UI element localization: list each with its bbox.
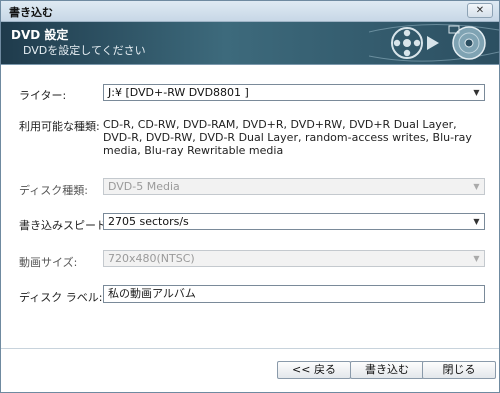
chevron-down-icon: ▼: [473, 182, 480, 191]
disc-type-label: ディスク種類:: [19, 184, 88, 197]
chevron-down-icon: ▼: [473, 88, 480, 97]
disc-label-label: ディスク ラベル:: [19, 291, 103, 304]
write-speed-select[interactable]: 2705 sectors/s ▼: [103, 213, 485, 230]
disc-type-value: DVD-5 Media: [108, 180, 180, 193]
back-button[interactable]: << 戻る: [277, 361, 351, 379]
window-title: 書き込む: [9, 6, 53, 19]
video-size-label: 動画サイズ:: [19, 256, 78, 269]
close-button[interactable]: 閉じる: [422, 361, 496, 379]
disc-type-select: DVD-5 Media ▼: [103, 178, 485, 195]
film-reel-disc-icon: [369, 24, 499, 62]
writer-value: J:¥ [DVD+-RW DVD8801 ]: [108, 86, 249, 99]
available-types-label: 利用可能な種類:: [19, 120, 100, 133]
video-size-select: 720x480(NTSC) ▼: [103, 250, 485, 267]
close-icon[interactable]: ✕: [467, 3, 493, 18]
write-speed-label: 書き込みスピード:: [19, 219, 111, 232]
write-speed-value: 2705 sectors/s: [108, 215, 189, 228]
write-button[interactable]: 書き込む: [350, 361, 424, 379]
header-banner: DVD 設定 DVDを設定してください: [1, 22, 499, 64]
writer-select[interactable]: J:¥ [DVD+-RW DVD8801 ] ▼: [103, 84, 485, 101]
footer-divider: [1, 348, 499, 349]
disc-label-input[interactable]: 私の動画アルバム: [103, 285, 485, 303]
write-dialog: 書き込む ✕ DVD 設定 DVDを設定してください ライター: J:¥ [DV…: [0, 0, 500, 393]
title-bar: 書き込む ✕: [1, 1, 499, 22]
banner-subtitle: DVDを設定してください: [23, 44, 146, 57]
chevron-down-icon: ▼: [473, 217, 480, 226]
video-size-value: 720x480(NTSC): [108, 252, 195, 265]
writer-label: ライター:: [19, 89, 67, 102]
banner-title: DVD 設定: [11, 28, 69, 42]
banner-divider: [1, 64, 499, 65]
available-types-text: CD-R, CD-RW, DVD-RAM, DVD+R, DVD+RW, DVD…: [103, 118, 472, 157]
chevron-down-icon: ▼: [473, 254, 480, 263]
